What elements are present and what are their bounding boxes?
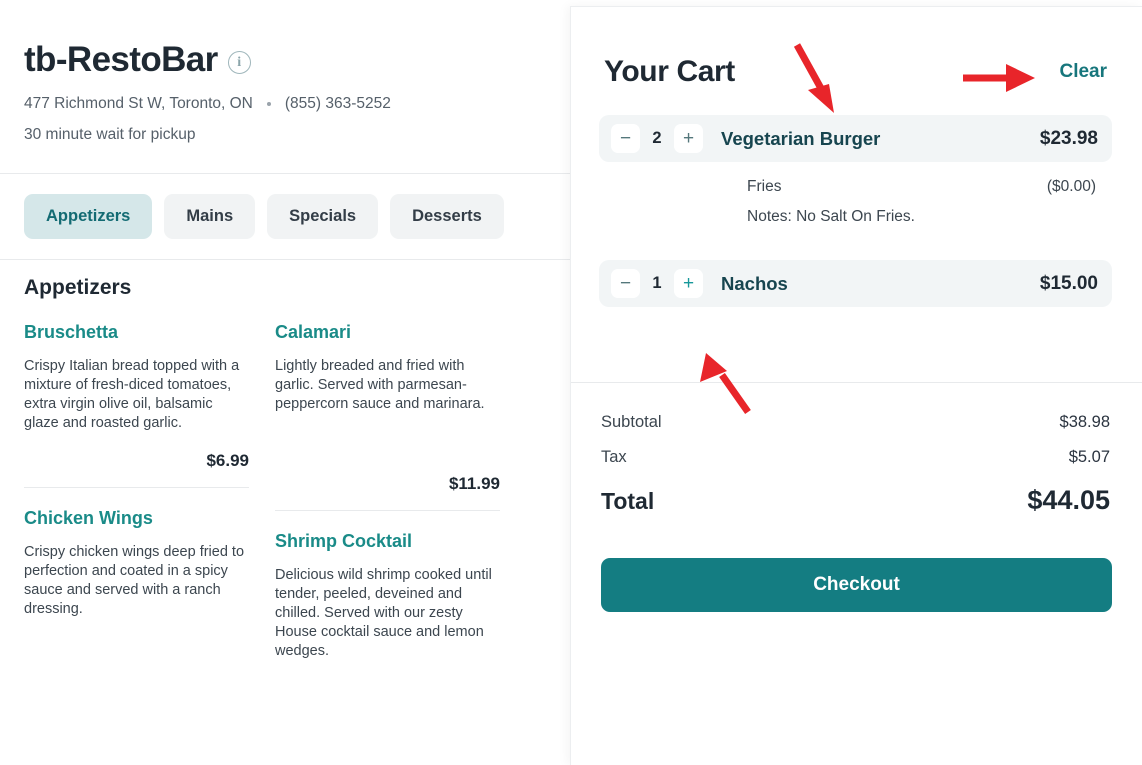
menu-item-price: $11.99 bbox=[448, 473, 500, 493]
tax-label: Tax bbox=[601, 448, 627, 466]
subtotal-row: Subtotal $38.98 bbox=[601, 413, 1110, 432]
menu-item-shrimp-cocktail[interactable]: Shrimp Cocktail Delicious wild shrimp co… bbox=[275, 531, 500, 661]
restaurant-header: tb-RestoBar i 477 Richmond St W, Toronto… bbox=[0, 0, 570, 144]
menu-grid: Bruschetta Crispy Italian bread topped w… bbox=[24, 322, 546, 667]
menu-item-description: Lightly breaded and fried with garlic. S… bbox=[275, 358, 485, 412]
checkout-button[interactable]: Checkout bbox=[601, 558, 1112, 612]
restaurant-contact: 477 Richmond St W, Toronto, ON (855) 363… bbox=[24, 95, 570, 113]
cart-item-option: Fries ($0.00) bbox=[599, 178, 1112, 196]
subtotal-label: Subtotal bbox=[601, 413, 662, 431]
separator-dot bbox=[266, 102, 271, 106]
menu-item-calamari[interactable]: Calamari Lightly breaded and fried with … bbox=[275, 322, 500, 494]
tab-desserts[interactable]: Desserts bbox=[390, 194, 504, 239]
checkout-area: Checkout bbox=[571, 532, 1142, 612]
menu-item-price: $6.99 bbox=[206, 450, 249, 470]
quantity-value: 1 bbox=[652, 274, 662, 292]
cart-totals: Subtotal $38.98 Tax $5.07 Total $44.05 bbox=[571, 383, 1142, 516]
tabs-divider bbox=[0, 259, 570, 260]
page-title: tb-RestoBar bbox=[24, 40, 218, 79]
restaurant-title-row: tb-RestoBar i bbox=[24, 42, 570, 77]
cart-item-price: $15.00 bbox=[1039, 272, 1098, 294]
menu-item-description: Crispy Italian bread topped with a mixtu… bbox=[24, 358, 240, 431]
menu-item-chicken-wings[interactable]: Chicken Wings Crispy chicken wings deep … bbox=[24, 508, 249, 619]
menu-item-name: Shrimp Cocktail bbox=[275, 530, 413, 551]
restaurant-address: 477 Richmond St W, Toronto, ON bbox=[24, 95, 253, 112]
total-label: Total bbox=[601, 488, 655, 514]
menu-item-description: Crispy chicken wings deep fried to perfe… bbox=[24, 543, 245, 617]
decrease-quantity-button[interactable]: − bbox=[611, 124, 640, 153]
cart-item-spacer bbox=[599, 226, 1112, 260]
increase-quantity-button[interactable]: + bbox=[674, 124, 703, 153]
menu-item-name: Chicken Wings bbox=[24, 507, 153, 528]
cart-item-name: Vegetarian Burger bbox=[721, 127, 881, 149]
quantity-stepper: − 2 + bbox=[611, 124, 703, 153]
menu-item-bruschetta[interactable]: Bruschetta Crispy Italian bread topped w… bbox=[24, 322, 249, 471]
restaurant-phone: (855) 363-5252 bbox=[284, 95, 391, 112]
menu-body: Appetizers Bruschetta Crispy Italian bre… bbox=[0, 276, 570, 667]
cart-bottom-spacer bbox=[599, 307, 1112, 357]
info-circle-icon[interactable]: i bbox=[227, 51, 251, 74]
cart-item-price: $23.98 bbox=[1039, 127, 1098, 149]
category-tabs: Appetizers Mains Specials Desserts bbox=[0, 174, 570, 259]
cart-header: Your Cart Clear bbox=[571, 7, 1142, 89]
quantity-stepper: − 1 + bbox=[611, 269, 703, 298]
cart-title: Your Cart bbox=[604, 55, 735, 88]
decrease-quantity-button[interactable]: − bbox=[611, 269, 640, 298]
cart-items-list: − 2 + Vegetarian Burger $23.98 Fries ($0… bbox=[571, 89, 1142, 357]
menu-column-right: Calamari Lightly breaded and fried with … bbox=[275, 322, 500, 667]
subtotal-value: $38.98 bbox=[1059, 413, 1110, 431]
menu-panel: tb-RestoBar i 477 Richmond St W, Toronto… bbox=[0, 0, 570, 765]
tab-specials[interactable]: Specials bbox=[267, 194, 379, 239]
restaurant-ordering-page: tb-RestoBar i 477 Richmond St W, Toronto… bbox=[0, 0, 1142, 765]
increase-quantity-button[interactable]: + bbox=[674, 269, 703, 298]
cart-item-name: Nachos bbox=[721, 272, 788, 294]
cart-item-row[interactable]: − 2 + Vegetarian Burger $23.98 bbox=[599, 115, 1112, 162]
quantity-value: 2 bbox=[652, 129, 662, 147]
menu-section-title: Appetizers bbox=[24, 276, 132, 299]
menu-column-left: Bruschetta Crispy Italian bread topped w… bbox=[24, 322, 249, 667]
tab-appetizers[interactable]: Appetizers bbox=[24, 194, 153, 239]
menu-item-divider bbox=[24, 486, 249, 488]
cart-panel: Your Cart Clear − 2 + Vegetarian Burger … bbox=[570, 6, 1142, 765]
total-value: $44.05 bbox=[1027, 485, 1110, 515]
cart-item-row[interactable]: − 1 + Nachos $15.00 bbox=[599, 260, 1112, 307]
tab-mains[interactable]: Mains bbox=[164, 194, 256, 239]
menu-item-name: Bruschetta bbox=[24, 322, 119, 342]
cart-item-notes: Notes: No Salt On Fries. bbox=[747, 208, 915, 225]
menu-item-description: Delicious wild shrimp cooked until tende… bbox=[275, 566, 492, 659]
clear-cart-link[interactable]: Clear bbox=[1059, 61, 1107, 83]
menu-item-divider bbox=[275, 509, 500, 511]
cart-item-option-label: Fries bbox=[747, 178, 782, 195]
total-row: Total $44.05 bbox=[601, 485, 1110, 516]
cart-item-option-price: ($0.00) bbox=[1046, 178, 1096, 195]
pickup-wait-text: 30 minute wait for pickup bbox=[24, 126, 196, 143]
tax-value: $5.07 bbox=[1068, 448, 1110, 466]
menu-item-name: Calamari bbox=[275, 322, 352, 342]
tax-row: Tax $5.07 bbox=[601, 448, 1110, 467]
